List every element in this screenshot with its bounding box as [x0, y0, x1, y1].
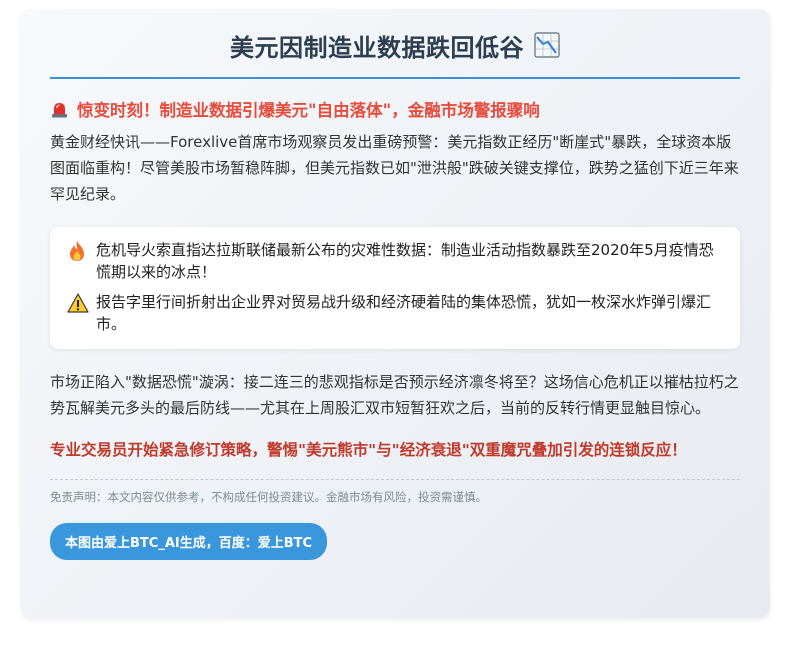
quote-item: 危机导火索直指达拉斯联储最新公布的灾难性数据：制造业活动指数暴跌至2020年5月…	[67, 239, 720, 283]
intro-paragraph: 黄金财经快讯——Forexlive首席市场观察员发出重磅预警：美元指数正经历"断…	[50, 133, 739, 203]
quote-text: 危机导火索直指达拉斯联储最新公布的灾难性数据：制造业活动指数暴跌至2020年5月…	[96, 241, 714, 281]
divider	[50, 479, 740, 480]
alert-text: 专业交易员开始紧急修订策略，警惕"美元熊市"与"经济衰退"双重魔咒叠加引发的连锁…	[50, 441, 687, 459]
fire-icon	[67, 240, 87, 262]
title-row: 美元因制造业数据跌回低谷	[50, 9, 740, 79]
warning-icon	[67, 292, 89, 314]
source-badge-button[interactable]: 本图由爱上BTC_AI生成，百度：爱上BTC	[50, 523, 328, 560]
page-title: 美元因制造业数据跌回低谷	[230, 33, 524, 62]
body-paragraph: 市场正陷入"数据恐慌"漩涡：接二连三的悲观指标是否预示经济凛冬将至？这场信心危机…	[50, 373, 739, 417]
headline-text: 惊变时刻！制造业数据引爆美元"自由落体"，金融市场警报骤响	[77, 101, 540, 120]
chart-decreasing-icon	[534, 32, 560, 58]
quote-text: 报告字里行间折射出企业界对贸易战升级和经济硬着陆的集体恐慌，犹如一枚深水炸弹引爆…	[96, 293, 712, 333]
disclaimer-text: 免责声明：本文内容仅供参考，不构成任何投资建议。金融市场有风险，投资需谨慎。	[50, 490, 487, 504]
quote-box: 危机导火索直指达拉斯联储最新公布的灾难性数据：制造业活动指数暴跌至2020年5月…	[50, 227, 740, 349]
police-light-icon	[50, 100, 69, 119]
article-card: 美元因制造业数据跌回低谷 惊变时刻！制造业数据引爆美元"自由落体"，金融市场警报…	[21, 9, 770, 618]
quote-item: 报告字里行间折射出企业界对贸易战升级和经济硬着陆的集体恐慌，犹如一枚深水炸弹引爆…	[67, 291, 720, 335]
headline: 惊变时刻！制造业数据引爆美元"自由落体"，金融市场警报骤响	[50, 97, 740, 121]
